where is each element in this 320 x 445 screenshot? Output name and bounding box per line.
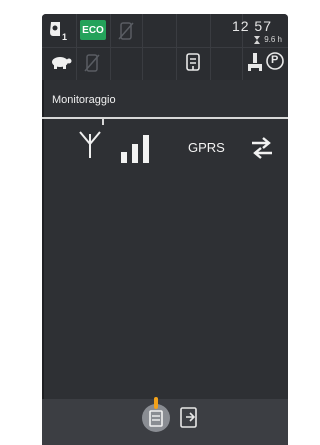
pto-icon[interactable] xyxy=(246,52,264,72)
network-type-label: GPRS xyxy=(188,140,225,155)
parking-icon[interactable]: P xyxy=(266,52,284,70)
status-bar: 1 ECO 12 57 9.6 h P xyxy=(42,14,288,80)
hourglass-icon xyxy=(254,35,261,44)
phone-disabled-icon xyxy=(118,22,134,40)
clock: 12 57 xyxy=(231,18,272,34)
page-title: Monitoraggio xyxy=(52,94,116,106)
signal-strength-icon xyxy=(120,134,152,164)
active-tab-indicator xyxy=(154,397,158,409)
antenna-icon xyxy=(78,130,102,160)
gear-number: 1 xyxy=(62,32,68,42)
data-transfer-icon xyxy=(250,136,274,160)
title-divider xyxy=(42,117,288,119)
exit-tab-icon[interactable] xyxy=(178,406,200,430)
tractor-gear-icon[interactable] xyxy=(48,20,74,42)
device-screen: 1 ECO 12 57 9.6 h P Monitoraggio GPRS xyxy=(42,14,288,445)
phone-disabled-icon xyxy=(84,54,100,72)
parking-label: P xyxy=(271,54,279,66)
eco-badge[interactable]: ECO xyxy=(80,20,106,40)
turtle-speed-icon[interactable] xyxy=(50,54,72,70)
hour-meter-value: 9.6 h xyxy=(264,35,282,44)
divider-tick xyxy=(102,117,104,125)
hour-meter: 9.6 h xyxy=(254,35,282,44)
hitch-icon[interactable] xyxy=(182,52,204,72)
